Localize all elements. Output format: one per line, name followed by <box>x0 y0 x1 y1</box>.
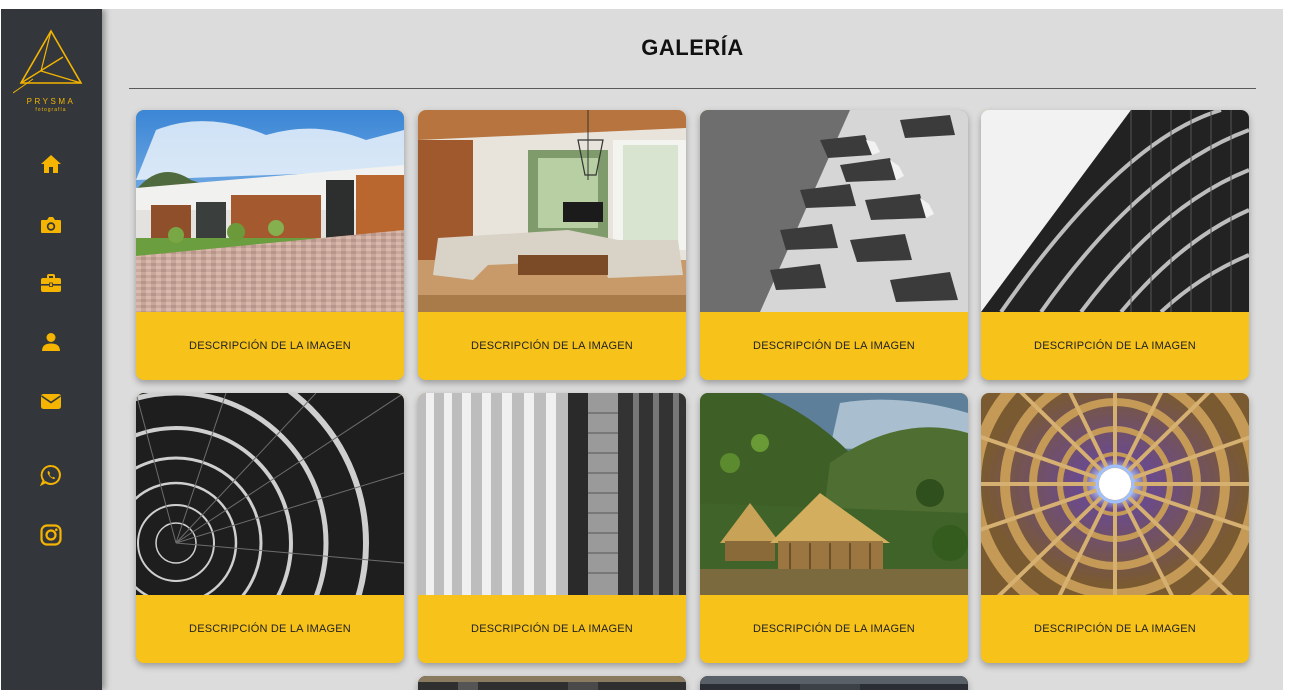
gallery-caption: DESCRIPCIÓN DE LA IMAGEN <box>700 312 968 380</box>
gallery-card[interactable]: DESCRIPCIÓN DE LA IMAGEN <box>418 393 686 663</box>
nav-home[interactable] <box>38 151 64 177</box>
gallery-caption: DESCRIPCIÓN DE LA IMAGEN <box>418 595 686 663</box>
gallery-caption: DESCRIPCIÓN DE LA IMAGEN <box>136 595 404 663</box>
gallery-card[interactable]: DESCRIPCIÓN DE LA IMAGEN <box>418 110 686 380</box>
title-divider <box>129 88 1256 89</box>
gallery-image <box>418 393 686 595</box>
instagram-icon <box>40 524 62 546</box>
gallery-image <box>136 393 404 595</box>
gallery-image <box>981 110 1249 312</box>
gallery-image <box>700 110 968 312</box>
brand-name: PRYSMA <box>26 97 76 106</box>
gallery-image <box>418 676 686 690</box>
gallery-caption: DESCRIPCIÓN DE LA IMAGEN <box>700 595 968 663</box>
gallery-card[interactable]: DESCRIPCIÓN DE LA IMAGEN <box>981 110 1249 380</box>
page-title: GALERÍA <box>641 35 744 60</box>
gallery-image <box>700 393 968 595</box>
gallery-card[interactable]: DESCRIPCIÓN DE LA IMAGEN <box>981 393 1249 663</box>
gallery-image <box>418 110 686 312</box>
user-icon <box>42 333 60 351</box>
sidebar: PRYSMA fotografía <box>1 9 102 690</box>
gallery-image <box>981 393 1249 595</box>
gallery-caption: DESCRIPCIÓN DE LA IMAGEN <box>136 312 404 380</box>
camera-icon <box>41 216 61 233</box>
gallery-image <box>700 676 968 690</box>
gallery-caption: DESCRIPCIÓN DE LA IMAGEN <box>981 312 1249 380</box>
app-window: PRYSMA fotografía GALERÍA DESCRIPCIÓN DE… <box>1 9 1283 690</box>
brand-logo[interactable]: PRYSMA fotografía <box>13 27 89 113</box>
gallery-caption: DESCRIPCIÓN DE LA IMAGEN <box>418 312 686 380</box>
nav-about[interactable] <box>38 329 64 355</box>
whatsapp-icon <box>40 464 61 486</box>
nav-contact[interactable] <box>38 388 64 414</box>
briefcase-icon <box>41 273 61 292</box>
gallery-card[interactable] <box>418 676 686 690</box>
nav-whatsapp[interactable] <box>38 462 64 488</box>
gallery-card[interactable]: DESCRIPCIÓN DE LA IMAGEN <box>700 110 968 380</box>
gallery-card[interactable] <box>700 676 968 690</box>
envelope-icon <box>41 393 61 409</box>
home-icon <box>41 155 61 173</box>
nav-instagram[interactable] <box>38 522 64 548</box>
gallery-caption: DESCRIPCIÓN DE LA IMAGEN <box>981 595 1249 663</box>
nav-gallery[interactable] <box>38 211 64 237</box>
brand-subtitle: fotografía <box>35 107 67 113</box>
prism-logo-icon <box>13 29 83 94</box>
nav-services[interactable] <box>38 270 64 296</box>
gallery-card[interactable]: DESCRIPCIÓN DE LA IMAGEN <box>136 110 404 380</box>
gallery-image <box>136 110 404 312</box>
gallery-card[interactable]: DESCRIPCIÓN DE LA IMAGEN <box>136 393 404 663</box>
gallery-card[interactable]: DESCRIPCIÓN DE LA IMAGEN <box>700 393 968 663</box>
main-content: GALERÍA DESCRIPCIÓN DE LA IMAGEN DESCRIP… <box>102 9 1283 690</box>
